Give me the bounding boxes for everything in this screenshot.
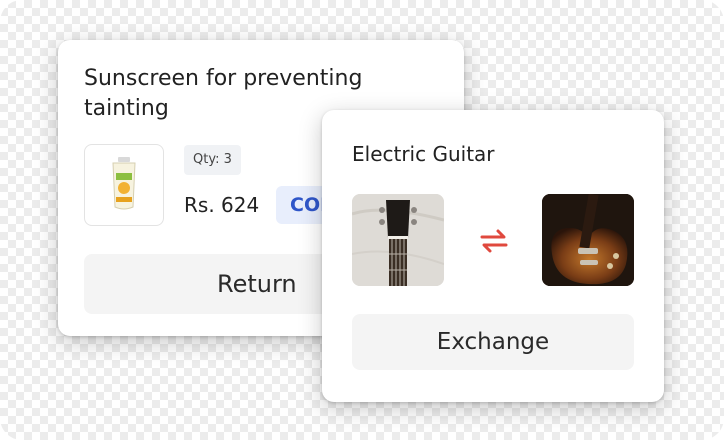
original-guitar-image xyxy=(352,194,444,286)
electric-guitar-icon xyxy=(542,194,634,286)
exchange-product-title: Electric Guitar xyxy=(352,142,495,166)
price-label: Rs. 624 xyxy=(184,193,260,217)
exchange-button[interactable]: Exchange xyxy=(352,314,634,370)
sunscreen-tube-icon xyxy=(112,157,136,210)
guitar-headstock-icon xyxy=(352,194,444,286)
product-image xyxy=(84,144,164,226)
replacement-guitar-image xyxy=(542,194,634,286)
quantity-badge: Qty: 3 xyxy=(184,145,241,175)
exchange-card: Electric Guitar Exchange xyxy=(322,110,664,402)
swap-arrows-icon xyxy=(480,229,508,253)
